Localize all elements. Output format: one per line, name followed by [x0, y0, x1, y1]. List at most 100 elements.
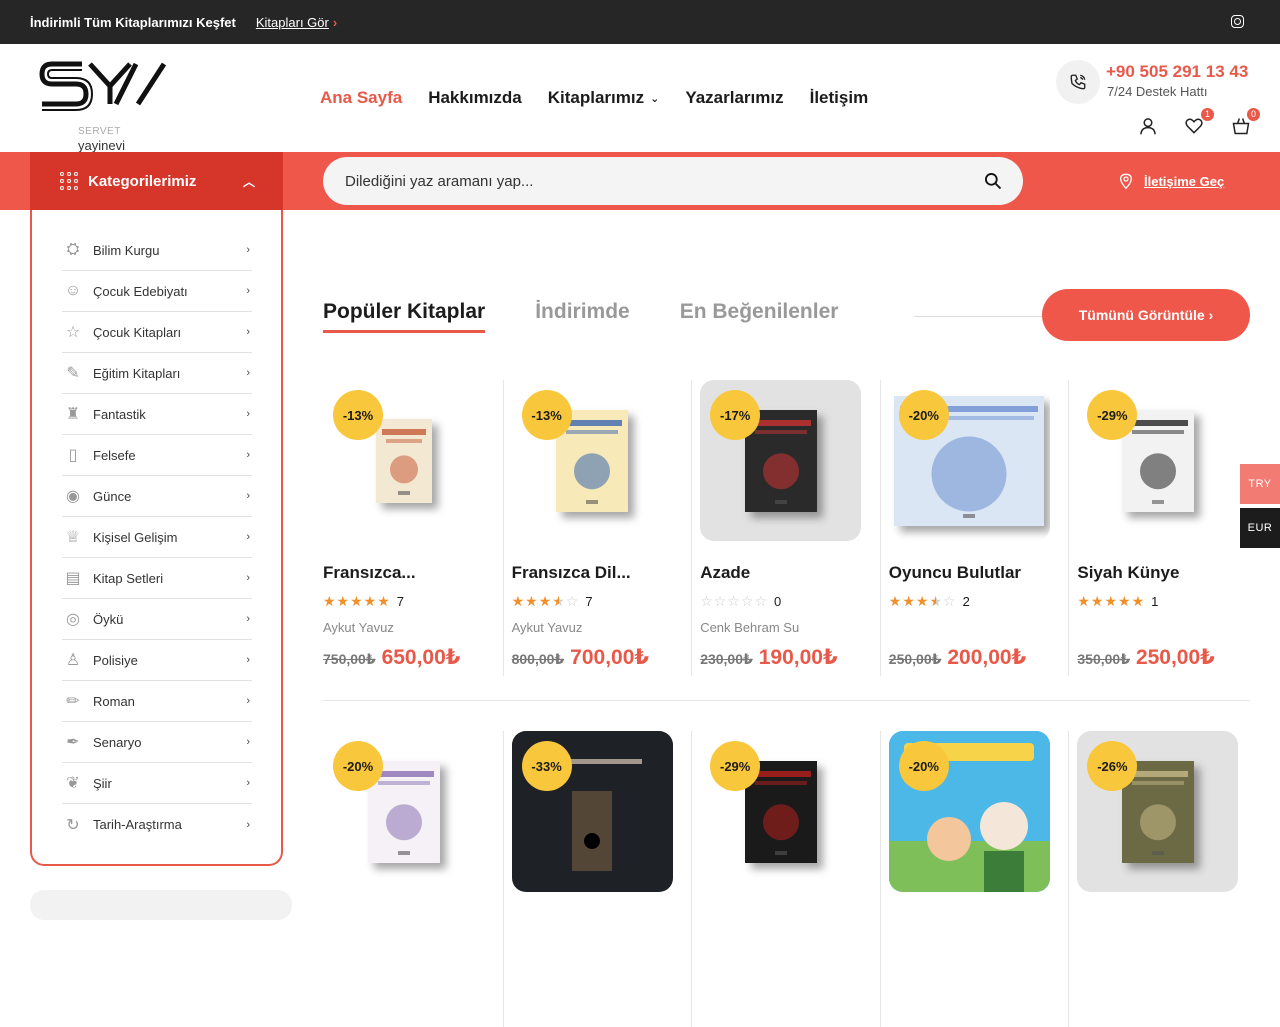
product-image[interactable]: -20% [889, 380, 1050, 541]
category-item[interactable]: ♙ Polisiye › [62, 640, 252, 681]
tab-popular[interactable]: Popüler Kitaplar [323, 300, 486, 333]
product-image[interactable]: -20% [323, 731, 484, 892]
chevron-up-icon: ︿ [242, 175, 255, 189]
product-author[interactable] [1077, 620, 1250, 635]
category-label: Polisiye [93, 652, 138, 668]
product-author[interactable]: Cenk Behram Su [700, 620, 873, 635]
product-card[interactable]: -17% Azade ☆☆☆☆☆ 0 Cenk Behram Su 230,00₺ 190,… [700, 380, 881, 676]
category-item[interactable]: ◎ Öykü › [62, 599, 252, 640]
product-image[interactable]: -20% [888, 731, 1050, 892]
product-title[interactable]: Oyuncu Bulutlar [889, 563, 1062, 583]
product-image[interactable]: -29% [1077, 380, 1238, 541]
product-card[interactable]: -13% Fransızca Dil... ★★★★☆ 7 Aykut Yavuz 800… [512, 380, 692, 676]
product-image[interactable]: -33% [511, 731, 673, 892]
sale-price: 200,00₺ [947, 646, 1027, 669]
category-list: ⛭ Bilim Kurgu › ☺ Çocuk Edebiyatı › ☆ Çocuk Kit… [62, 230, 252, 845]
category-item[interactable]: ◉ Günce › [62, 476, 252, 517]
discount-badge: -17% [710, 390, 761, 440]
category-sidebar: ⛭ Bilim Kurgu › ☺ Çocuk Edebiyatı › ☆ Çocuk Kit… [30, 210, 283, 866]
category-item[interactable]: ☆ Çocuk Kitapları › [62, 312, 252, 353]
chevron-right-icon: › [246, 654, 250, 666]
categories-toggle[interactable]: Kategorilerimiz ︿ [30, 152, 283, 210]
category-item[interactable]: ▤ Kitap Setleri › [62, 558, 252, 599]
book-page-icon: ▯ [68, 447, 78, 464]
product-card[interactable]: -26% [1077, 731, 1250, 892]
ufo-icon: ⛭ [66, 241, 80, 258]
product-card[interactable]: -20% Oyuncu Bulutlar ★★★★☆ 2 250,00₺ 200,00₺ [889, 380, 1069, 676]
product-author[interactable]: Aykut Yavuz [512, 620, 685, 635]
discount-badge: -33% [521, 741, 572, 791]
product-title[interactable]: Fransızca... [323, 563, 496, 583]
account-icon[interactable] [1138, 116, 1160, 136]
currency-try-button[interactable]: TRY [1240, 464, 1280, 504]
feather-icon: ❦ [66, 775, 80, 792]
product-image[interactable]: -29% [700, 731, 861, 892]
nav-contact[interactable]: İletişim [810, 88, 869, 108]
support-phone[interactable]: +90 505 291 13 43 7/24 Destek Hattı [1056, 60, 1256, 104]
product-card[interactable]: -13% Fransızca... ★★★★★ 7 Aykut Yavuz 750,00₺… [323, 380, 504, 676]
product-image[interactable]: -13% [512, 380, 673, 541]
category-item[interactable]: ✒ Senaryo › [62, 722, 252, 763]
category-item[interactable]: ♜ Fantastik › [62, 394, 252, 435]
sale-price: 650,00₺ [381, 646, 461, 669]
promo-link[interactable]: Kitapları Gör › [256, 15, 337, 30]
product-card[interactable]: -29% Siyah Künye ★★★★★ 1 350,00₺ 250,00₺ [1077, 380, 1250, 670]
search-input[interactable] [345, 172, 945, 190]
chevron-right-icon: › [246, 367, 250, 379]
category-item[interactable]: ✎ Eğitim Kitapları › [62, 353, 252, 394]
search-icon[interactable] [983, 171, 1003, 191]
product-image[interactable]: -26% [1077, 731, 1239, 892]
category-item[interactable]: ❦ Şiir › [62, 763, 252, 804]
nav-home[interactable]: Ana Sayfa [320, 88, 402, 108]
product-rating: ☆☆☆☆☆ 0 [700, 593, 873, 610]
category-label: Günce [93, 488, 132, 504]
category-item[interactable]: ☺ Çocuk Edebiyatı › [62, 271, 252, 312]
chevron-right-icon: › [246, 531, 250, 543]
instagram-icon[interactable] [1231, 15, 1244, 28]
category-label: Kitap Setleri [93, 570, 164, 586]
view-all-button[interactable]: Tümünü Görüntüle › [1042, 289, 1250, 341]
product-card[interactable]: -33% [511, 731, 692, 1027]
currency-eur-button[interactable]: EUR [1240, 508, 1280, 548]
sidebar-secondary-panel [30, 890, 292, 920]
old-price: 250,00₺ [888, 651, 942, 667]
nav-authors[interactable]: Yazarlarımız [685, 88, 783, 108]
history-icon: ↻ [66, 816, 80, 834]
product-card[interactable]: -20% [323, 731, 504, 1027]
logo[interactable]: SERVET yayinevi [38, 54, 170, 153]
product-image[interactable]: -13% [323, 380, 484, 541]
product-image[interactable]: -17% [700, 380, 862, 541]
cart-icon[interactable]: 0 [1230, 108, 1260, 136]
phone-number: +90 505 291 13 43 [1106, 62, 1249, 81]
category-item[interactable]: ✏ Roman › [62, 681, 252, 722]
chevron-right-icon: › [246, 408, 250, 420]
category-item[interactable]: ♕ Kişisel Gelişim › [62, 517, 252, 558]
product-author[interactable] [889, 620, 1062, 635]
product-grid: -13% Fransızca... ★★★★★ 7 Aykut Yavuz 750,00₺… [323, 380, 1250, 1027]
product-card[interactable]: -29% [700, 731, 881, 1027]
chevron-right-icon: › [246, 244, 250, 256]
categories-title: Kategorilerimiz [88, 172, 197, 190]
product-title[interactable]: Fransızca Dil... [512, 563, 685, 583]
tab-discounted[interactable]: İndirimde [535, 300, 630, 333]
review-count: 7 [585, 594, 593, 609]
nav-books[interactable]: Kitaplarımız ⌄ [548, 88, 660, 108]
product-rating: ★★★★★ 7 [323, 593, 496, 610]
nav-about[interactable]: Hakkımızda [428, 88, 522, 108]
contact-link[interactable]: İletişime Geç [1118, 172, 1224, 190]
category-item[interactable]: ⛭ Bilim Kurgu › [62, 230, 252, 271]
wishlist-icon[interactable]: 1 [1184, 108, 1214, 136]
tab-most-liked[interactable]: En Beğenilenler [680, 300, 839, 333]
product-card[interactable]: -20% [888, 731, 1069, 1027]
product-title[interactable]: Azade [700, 563, 873, 583]
eye-icon: ◉ [66, 488, 80, 505]
education-icon: ✎ [66, 365, 80, 382]
category-item[interactable]: ▯ Felsefe › [62, 435, 252, 476]
grid-dots-icon [60, 172, 78, 190]
promo-text: İndirimli Tüm Kitaplarımızı Keşfet [30, 14, 236, 30]
star-rating-icon: ★★★★★ [1077, 593, 1146, 609]
product-author[interactable]: Aykut Yavuz [323, 620, 496, 635]
category-item[interactable]: ↻ Tarih-Araştırma › [62, 804, 252, 845]
product-price: 250,00₺ 200,00₺ [889, 645, 1062, 670]
product-title[interactable]: Siyah Künye [1077, 563, 1250, 583]
